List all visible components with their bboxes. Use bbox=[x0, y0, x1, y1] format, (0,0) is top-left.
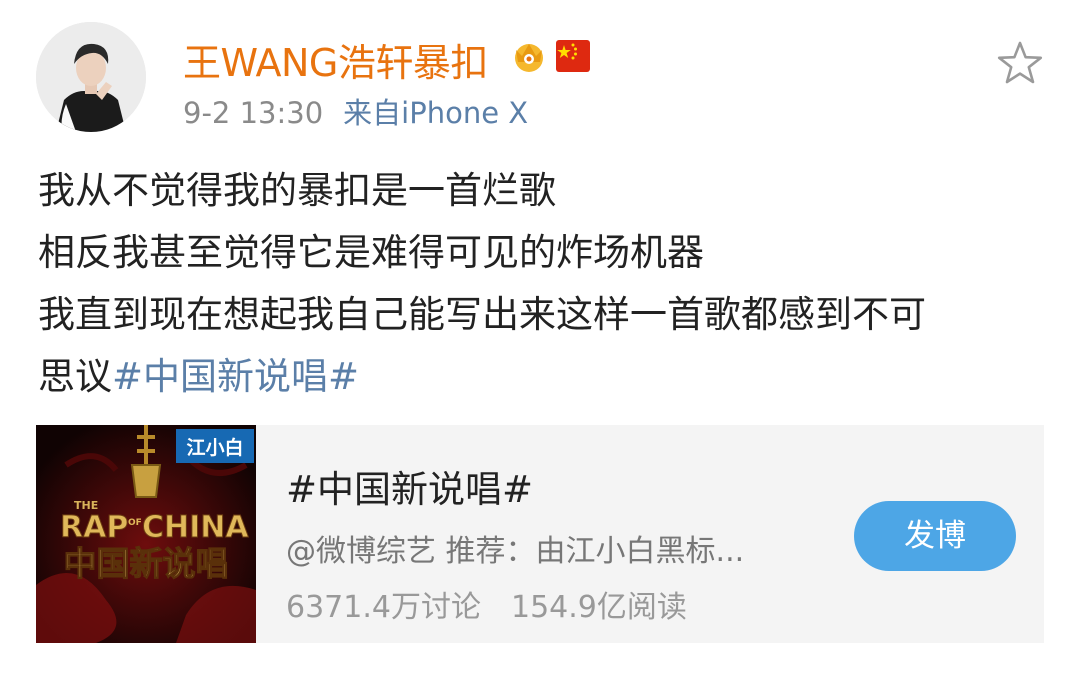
avatar[interactable] bbox=[36, 22, 146, 132]
post-body: 我从不觉得我的暴扣是一首烂歌 相反我甚至觉得它是难得可见的炸场机器 我直到现在想… bbox=[38, 160, 1048, 408]
sponsor-logo: 江小白 bbox=[186, 436, 243, 459]
post-line: 我从不觉得我的暴扣是一首烂歌 bbox=[38, 169, 556, 212]
post-source[interactable]: 来自iPhone X bbox=[343, 96, 528, 130]
post-line-text: 思议 bbox=[38, 355, 112, 398]
topic-stats: 6371.4万讨论 154.9亿阅读 bbox=[286, 582, 687, 626]
topic-description: @微博综艺 推荐：由江小白黑标... bbox=[286, 534, 745, 569]
discussion-count: 6371.4万讨论 bbox=[286, 590, 481, 625]
post-to-topic-button[interactable]: 发博 bbox=[854, 501, 1016, 571]
hashtag-link[interactable]: #中国新说唱# bbox=[112, 355, 359, 398]
star-outline-icon[interactable] bbox=[996, 40, 1044, 86]
topic-title[interactable]: #中国新说唱# bbox=[286, 459, 533, 513]
logo-china: CHINA bbox=[142, 510, 249, 545]
china-flag-icon bbox=[556, 40, 590, 72]
post-line: 相反我甚至觉得它是难得可见的炸场机器 bbox=[38, 231, 704, 274]
topic-card[interactable]: 江小白 THE RAP OF CHINA 中国新说唱 #中国新说唱# @微博综艺… bbox=[36, 425, 1044, 643]
post-meta: 9-2 13:30 来自iPhone X bbox=[183, 90, 528, 132]
post-line: 我直到现在想起我自己能写出来这样一首歌都感到不可 bbox=[38, 293, 926, 336]
post-line-last: 思议#中国新说唱# bbox=[38, 346, 1048, 408]
read-count: 154.9亿阅读 bbox=[510, 590, 687, 625]
logo-rap: RAP bbox=[60, 510, 128, 545]
topic-thumbnail[interactable]: 江小白 THE RAP OF CHINA 中国新说唱 bbox=[36, 425, 256, 643]
crown-badge-icon[interactable] bbox=[510, 36, 548, 74]
post-time: 9-2 13:30 bbox=[183, 96, 324, 130]
logo-cn: 中国新说唱 bbox=[64, 544, 229, 583]
logo-of: OF bbox=[128, 518, 142, 528]
username[interactable]: 王WANG浩轩暴扣 bbox=[183, 32, 488, 87]
